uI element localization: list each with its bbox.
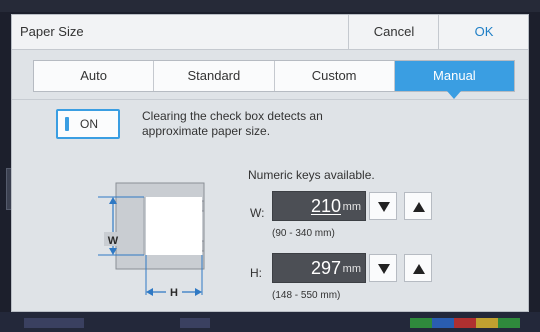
background-taskbar-item (24, 318, 84, 328)
toggle-label: ON (80, 117, 98, 131)
triangle-down-icon (378, 264, 390, 274)
paper-size-dialog: Paper Size Cancel OK Auto Standard Custo… (11, 14, 529, 312)
auto-detect-toggle[interactable]: ON (56, 109, 120, 139)
width-label: W: (250, 206, 265, 220)
ok-button[interactable]: OK (438, 15, 529, 49)
background-taskbar (0, 312, 540, 332)
height-range: (148 - 550 mm) (272, 290, 341, 301)
width-unit: mm (342, 201, 361, 213)
dialog-titlebar: Paper Size Cancel OK (12, 15, 528, 50)
tab-manual[interactable]: Manual (394, 61, 514, 99)
tab-standard[interactable]: Standard (154, 61, 275, 91)
width-decrement-button[interactable] (369, 192, 397, 220)
paper-sheet (146, 197, 202, 255)
height-decrement-button[interactable] (369, 254, 397, 282)
w-dimension-label: W (108, 235, 119, 247)
height-value: 297 (310, 258, 341, 278)
triangle-down-icon (378, 202, 390, 212)
numeric-keys-note: Numeric keys available. (248, 168, 375, 182)
toggle-indicator (65, 117, 69, 131)
h-arrow-head-right (195, 288, 202, 296)
width-increment-button[interactable] (404, 192, 432, 220)
cancel-button[interactable]: Cancel (348, 15, 439, 49)
triangle-up-icon (413, 202, 425, 212)
tab-panel-divider (12, 99, 528, 100)
width-range: (90 - 340 mm) (272, 228, 335, 239)
h-arrow-head-left (146, 288, 153, 296)
background-statusbar (0, 0, 540, 12)
height-increment-button[interactable] (404, 254, 432, 282)
dialog-title: Paper Size (20, 24, 84, 39)
tab-custom[interactable]: Custom (275, 61, 395, 91)
background-taskbar-indicators (410, 318, 520, 328)
height-input[interactable]: 297 mm (272, 253, 366, 283)
background-taskbar-item (180, 318, 210, 328)
height-label: H: (250, 266, 262, 280)
tab-auto[interactable]: Auto (34, 61, 155, 91)
width-value: 210 (310, 196, 341, 216)
height-unit: mm (342, 263, 361, 275)
paper-tray-illustration: W H (98, 182, 205, 299)
h-dimension-label: H (170, 287, 178, 299)
triangle-up-icon (413, 264, 425, 274)
toggle-description: Clearing the check box detects an approx… (142, 109, 323, 138)
paper-size-tabs: Auto Standard Custom Manual (33, 60, 515, 99)
width-input[interactable]: 210 mm (272, 191, 366, 221)
